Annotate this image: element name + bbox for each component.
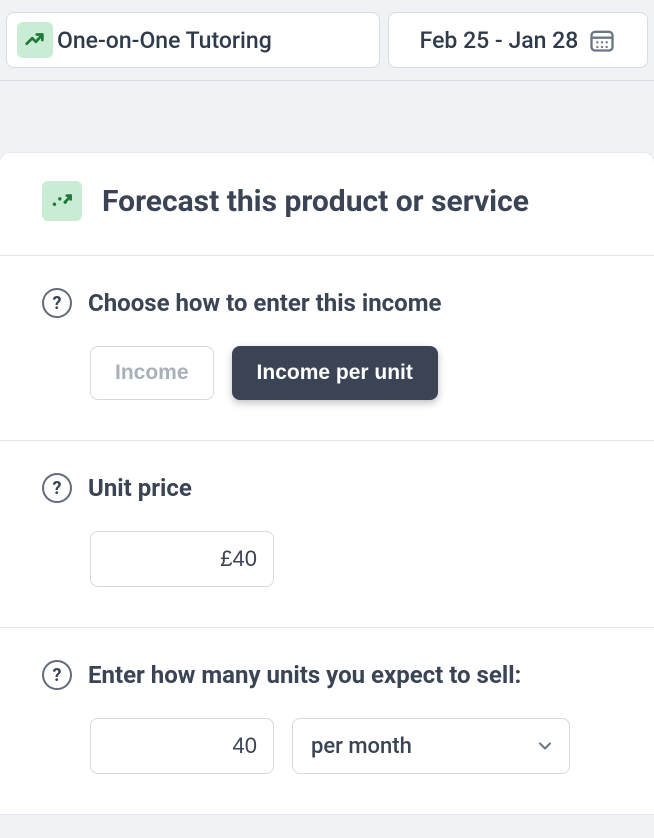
section-income-method: ? Choose how to enter this income Income…: [0, 256, 654, 441]
unit-price-label: Unit price: [88, 474, 192, 502]
unit-price-input[interactable]: [90, 531, 274, 587]
income-toggle-income[interactable]: Income: [90, 346, 214, 400]
product-name-field[interactable]: One-on-One Tutoring: [6, 12, 380, 68]
panel-title: Forecast this product or service: [102, 184, 529, 219]
top-bar: One-on-One Tutoring Feb 25 - Jan 28: [0, 0, 654, 81]
panel-header: Forecast this product or service: [0, 153, 654, 256]
help-icon[interactable]: ?: [42, 660, 72, 690]
income-toggle-per-unit[interactable]: Income per unit: [232, 346, 438, 400]
date-range-field[interactable]: Feb 25 - Jan 28: [388, 12, 648, 68]
income-method-label: Choose how to enter this income: [88, 289, 441, 317]
units-expected-input[interactable]: [90, 718, 274, 774]
product-name-text: One-on-One Tutoring: [57, 27, 272, 54]
help-icon[interactable]: ?: [42, 288, 72, 318]
period-select[interactable]: per month: [292, 718, 570, 774]
section-units-expected: ? Enter how many units you expect to sel…: [0, 628, 654, 814]
help-icon[interactable]: ?: [42, 473, 72, 503]
section-unit-price: ? Unit price: [0, 441, 654, 628]
forecast-panel: Forecast this product or service ? Choos…: [0, 153, 654, 814]
period-select-value: per month: [311, 734, 535, 759]
trend-up-icon: [17, 22, 53, 58]
calendar-icon: [588, 26, 616, 54]
units-expected-label: Enter how many units you expect to sell:: [88, 661, 521, 689]
date-range-text: Feb 25 - Jan 28: [420, 27, 579, 54]
chevron-down-icon: [535, 736, 555, 756]
forecast-icon: [42, 181, 82, 221]
